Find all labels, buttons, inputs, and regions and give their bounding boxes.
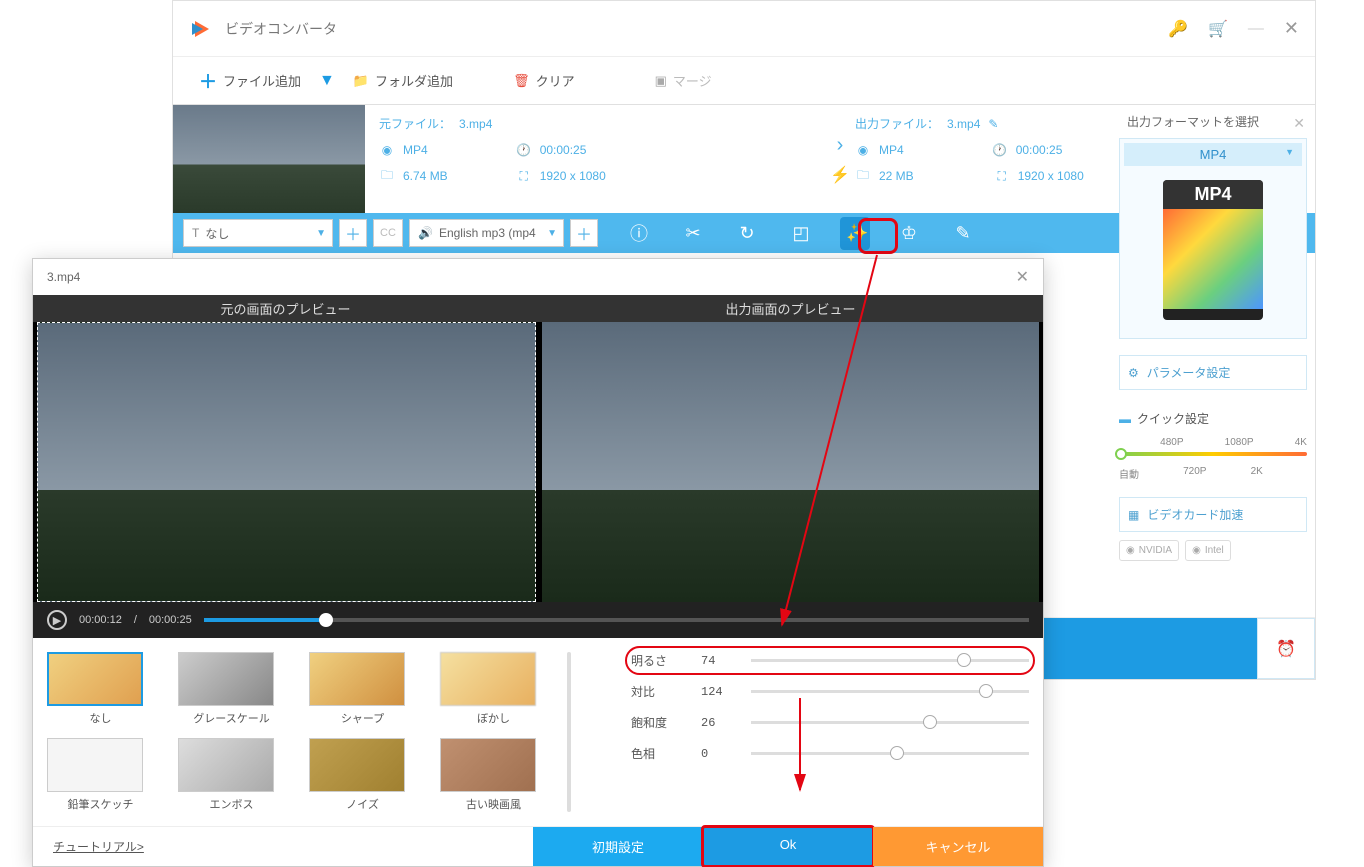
key-icon[interactable]: 🔑 <box>1168 19 1188 39</box>
format-selector[interactable]: MP4 MP4 <box>1119 138 1307 339</box>
gpu-accel-button[interactable]: ▦ ビデオカード加速 <box>1119 497 1307 532</box>
saturation-slider-row: 飽和度 26 <box>631 714 1029 731</box>
filter-old-film[interactable]: 古い映画風 <box>440 738 547 812</box>
effect-icon[interactable]: ✨ <box>840 217 870 250</box>
add-file-dropdown-icon[interactable]: ▼ <box>319 72 335 90</box>
dialog-title: 3.mp4 <box>47 270 80 284</box>
app-title: ビデオコンバータ <box>225 19 337 39</box>
quality-marks-bottom: 自動720P2K <box>1119 466 1307 481</box>
reset-button[interactable]: 初期設定 <box>533 827 703 866</box>
cancel-button[interactable]: キャンセル <box>873 827 1043 866</box>
watermark-icon[interactable]: ♔ <box>894 223 924 244</box>
merge-icon: ▣ <box>655 73 667 89</box>
app-logo-icon <box>189 17 213 41</box>
vertical-divider[interactable] <box>567 652 571 812</box>
filter-sharp[interactable]: シャープ <box>309 652 416 726</box>
brightness-slider-row: 明るさ 74 <box>631 652 1029 669</box>
clear-button[interactable]: 🗑 クリア <box>503 67 585 94</box>
format-icon: ◉ <box>855 142 871 158</box>
filter-grayscale[interactable]: グレースケール <box>178 652 285 726</box>
conversion-arrow: › ⚡ <box>825 115 855 203</box>
clock-icon: 🕐 <box>516 142 532 158</box>
filter-none[interactable]: なし <box>47 652 154 726</box>
plus-icon: ＋ <box>576 221 592 245</box>
sliders-icon: ⚙ <box>1128 366 1139 380</box>
chip-icon: ▦ <box>1128 508 1139 522</box>
chevron-right-icon: › <box>837 134 844 157</box>
cut-icon[interactable]: ✂ <box>678 223 708 244</box>
quality-slider[interactable] <box>1119 452 1307 456</box>
main-toolbar: ＋ ファイル追加 ▼ 📁 フォルダ追加 🗑 クリア ▣ マージ <box>173 57 1315 105</box>
info-icon[interactable]: ⓘ <box>624 220 654 246</box>
add-audio-button[interactable]: ＋ <box>570 219 598 247</box>
chevron-down-icon: ▼ <box>547 228 557 239</box>
quality-marks-top: 480P1080P4K <box>1119 437 1307 448</box>
add-subtitle-button[interactable]: ＋ <box>339 219 367 247</box>
filter-blur[interactable]: ぼかし <box>440 652 547 726</box>
rotate-icon[interactable]: ↻ <box>732 223 762 244</box>
play-button[interactable]: ▶ <box>47 610 67 630</box>
minimize-icon[interactable]: — <box>1248 20 1264 38</box>
filter-noise[interactable]: ノイズ <box>309 738 416 812</box>
add-folder-button[interactable]: 📁 フォルダ追加 <box>343 67 463 94</box>
playback-bar: ▶ 00:00:12 / 00:00:25 <box>33 602 1043 638</box>
chevron-down-icon: ▼ <box>316 228 326 239</box>
adjustment-sliders: 明るさ 74 対比 124 飽和度 26 色相 0 <box>591 652 1029 812</box>
close-icon[interactable]: ✕ <box>1284 18 1299 39</box>
hue-slider[interactable] <box>751 752 1029 755</box>
trash-icon: 🗑 <box>513 73 530 89</box>
hue-slider-row: 色相 0 <box>631 745 1029 762</box>
contrast-slider[interactable] <box>751 690 1029 693</box>
source-preview[interactable] <box>37 322 536 602</box>
titlebar: ビデオコンバータ 🔑 🛒 — ✕ <box>173 1 1315 57</box>
resolution-icon: ⛶ <box>516 168 532 184</box>
rename-icon[interactable]: ✎ <box>988 117 998 131</box>
intel-badge: ◉Intel <box>1185 540 1231 561</box>
filter-sketch[interactable]: 鉛筆スケッチ <box>47 738 154 812</box>
plus-icon: ＋ <box>345 221 361 245</box>
contrast-slider-row: 対比 124 <box>631 683 1029 700</box>
lightning-icon: ⚡ <box>830 165 850 185</box>
ok-button[interactable]: Ok <box>703 827 873 866</box>
parameter-settings-button[interactable]: ⚙ パラメータ設定 <box>1119 355 1307 390</box>
filter-grid: なし グレースケール シャープ ぼかし 鉛筆スケッチ エンボス ノイズ 古い映画… <box>47 652 547 812</box>
saturation-slider[interactable] <box>751 721 1029 724</box>
resolution-icon: ⛶ <box>994 168 1010 184</box>
audio-track-dropdown[interactable]: 🔊 English mp3 (mp4 ▼ <box>409 219 564 247</box>
filesize-icon: 🗀 <box>379 168 395 184</box>
cc-button[interactable]: CC <box>373 219 403 247</box>
filesize-icon: 🗀 <box>855 168 871 184</box>
plus-icon: ＋ <box>199 68 217 94</box>
progress-bar[interactable] <box>204 618 1029 622</box>
schedule-button[interactable]: ⏰ <box>1257 618 1315 679</box>
brightness-slider[interactable] <box>751 659 1029 662</box>
merge-button: ▣ マージ <box>645 67 722 94</box>
subtitle-dropdown[interactable]: T なし ▼ <box>183 219 333 247</box>
output-preview <box>542 322 1039 602</box>
format-preview: MP4 <box>1163 180 1263 320</box>
dialog-close-icon[interactable]: ✕ <box>1016 267 1029 287</box>
current-time: 00:00:12 <box>79 614 122 626</box>
cart-icon[interactable]: 🛒 <box>1208 19 1228 39</box>
quick-settings-label: ▬クイック設定 <box>1119 410 1307 427</box>
preview-output-header: 出力画面のプレビュー <box>538 295 1043 322</box>
folder-plus-icon: 📁 <box>353 73 369 89</box>
output-format-panel: 出力フォーマットを選択 MP4 MP4 ⚙ パラメータ設定 ▬クイック設定 48… <box>1119 105 1307 561</box>
alarm-icon: ⏰ <box>1276 639 1296 659</box>
crop-icon[interactable]: ◰ <box>786 223 816 244</box>
source-info-column: 元ファイル：3.mp4 ◉MP4🕐00:00:25 🗀6.74 MB⛶1920 … <box>379 115 825 203</box>
video-thumbnail[interactable] <box>173 105 365 213</box>
output-format-title: 出力フォーマットを選択 <box>1119 105 1307 138</box>
effect-dialog: 3.mp4 ✕ 元の画面のプレビュー 出力画面のプレビュー ▶ 00:00:12… <box>32 258 1044 867</box>
filter-emboss[interactable]: エンボス <box>178 738 285 812</box>
add-file-button[interactable]: ＋ ファイル追加 <box>189 64 311 98</box>
format-icon: ◉ <box>379 142 395 158</box>
tutorial-link[interactable]: チュートリアル> <box>33 828 164 865</box>
clock-icon: 🕐 <box>992 142 1008 158</box>
nvidia-badge: ◉NVIDIA <box>1119 540 1179 561</box>
preview-source-header: 元の画面のプレビュー <box>33 295 538 322</box>
format-header[interactable]: MP4 <box>1124 143 1302 166</box>
total-time: 00:00:25 <box>149 614 192 626</box>
edit-icon[interactable]: ✎ <box>948 223 978 244</box>
